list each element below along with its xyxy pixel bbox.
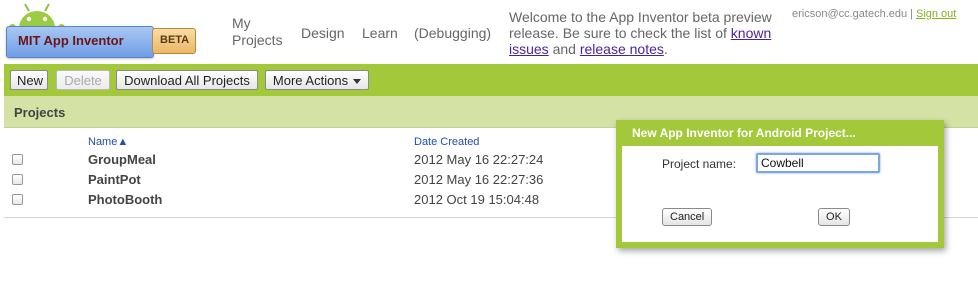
project-date: 2012 May 16 22:27:24: [414, 152, 544, 167]
ok-button[interactable]: OK: [818, 208, 850, 226]
user-email: ericson@cc.gatech.edu: [792, 8, 908, 20]
nav-my-projects-line2: Projects: [232, 32, 283, 48]
project-date: 2012 Oct 19 15:04:48: [414, 192, 540, 207]
more-actions-button[interactable]: More Actions: [265, 70, 369, 90]
beta-badge: BETA: [160, 34, 190, 46]
row-checkbox[interactable]: [12, 194, 23, 205]
projects-toolbar: New Delete Download All Projects More Ac…: [4, 64, 978, 96]
nav-my-projects[interactable]: My Projects: [232, 15, 283, 49]
project-name[interactable]: PaintPot: [88, 172, 141, 187]
project-name-input[interactable]: [756, 153, 880, 173]
welcome-text-after: .: [663, 41, 668, 57]
more-actions-label: More Actions: [272, 73, 349, 88]
row-checkbox[interactable]: [12, 174, 23, 185]
project-name[interactable]: GroupMeal: [88, 152, 156, 167]
release-notes-link[interactable]: release notes: [580, 41, 664, 57]
dialog-title[interactable]: New App Inventor for Android Project...: [632, 126, 856, 140]
chevron-down-icon: [353, 79, 362, 85]
nav-debugging[interactable]: (Debugging): [414, 25, 491, 42]
logo-title: MIT App Inventor: [18, 33, 124, 48]
welcome-text-middle: and: [548, 41, 580, 57]
row-checkbox[interactable]: [12, 154, 23, 165]
column-header-date-created[interactable]: Date Created: [414, 136, 479, 148]
delete-project-button[interactable]: Delete: [56, 70, 110, 90]
column-header-name[interactable]: Name▲: [88, 136, 128, 148]
dialog-body: Project name: Cancel OK: [622, 146, 938, 242]
project-name[interactable]: PhotoBooth: [88, 192, 162, 207]
cancel-button[interactable]: Cancel: [662, 208, 713, 226]
welcome-message: Welcome to the App Inventor beta preview…: [509, 9, 791, 57]
new-project-dialog: New App Inventor for Android Project... …: [616, 120, 944, 248]
sign-out-link[interactable]: Sign out: [916, 8, 956, 20]
project-date: 2012 May 16 22:27:36: [414, 172, 544, 187]
nav-learn[interactable]: Learn: [362, 25, 398, 42]
header: MIT App Inventor BETA My Projects Design…: [0, 0, 978, 64]
nav-my-projects-line1: My: [232, 15, 251, 31]
project-name-label: Project name:: [662, 157, 737, 171]
account-separator: |: [910, 8, 913, 20]
projects-title: Projects: [14, 105, 66, 120]
new-project-button[interactable]: New: [10, 70, 48, 90]
account-area: ericson@cc.gatech.edu | Sign out: [792, 8, 956, 20]
download-all-projects-button[interactable]: Download All Projects: [116, 70, 258, 90]
nav-design[interactable]: Design: [301, 25, 345, 42]
app-inventor-logo[interactable]: MIT App Inventor BETA: [4, 2, 200, 62]
app-inventor-page: MIT App Inventor BETA My Projects Design…: [0, 0, 978, 301]
